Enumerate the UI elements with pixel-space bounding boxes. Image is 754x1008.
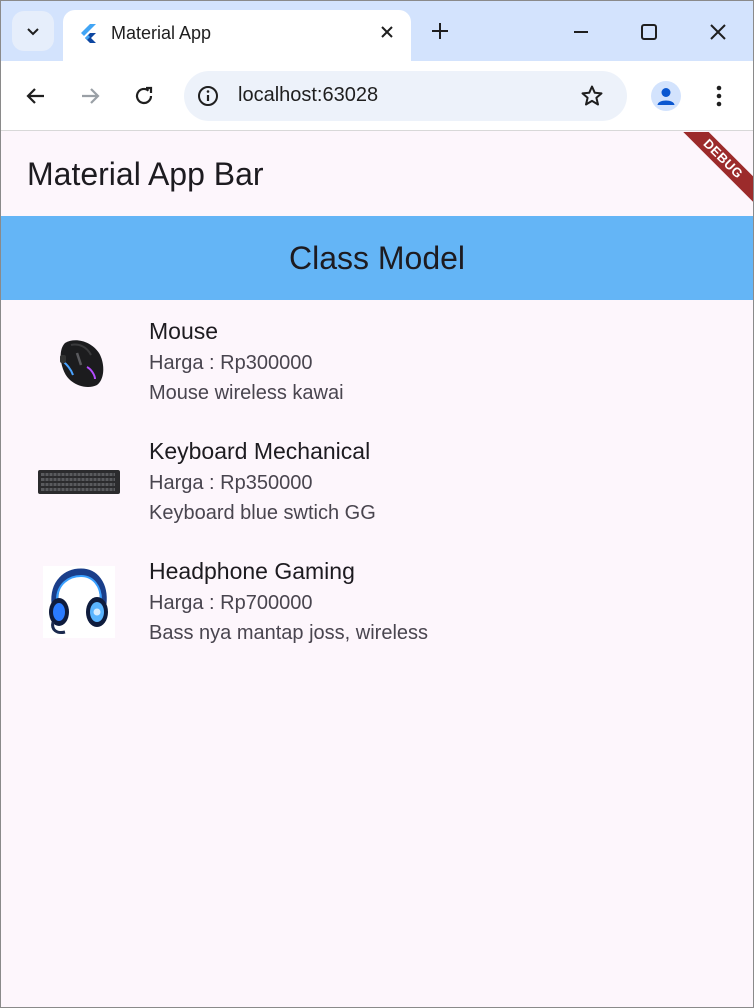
list-item[interactable]: Mouse Harga : Rp300000 Mouse wireless ka… <box>1 300 753 420</box>
bookmark-button[interactable] <box>579 83 605 109</box>
item-name: Keyboard Mechanical <box>149 438 371 464</box>
reload-button[interactable] <box>129 81 159 111</box>
reload-icon <box>135 86 153 105</box>
headphone-image <box>37 560 121 644</box>
site-info-button[interactable] <box>196 84 220 108</box>
item-name: Mouse <box>149 318 219 344</box>
chevron-down-icon <box>27 28 39 36</box>
item-description: Mouse wireless kawai <box>149 382 344 404</box>
maximize-button[interactable] <box>631 15 667 49</box>
item-description: Bass nya mantap joss, wireless <box>149 622 429 644</box>
person-icon <box>657 88 675 105</box>
item-price: Harga : Rp350000 <box>149 472 313 494</box>
star-icon <box>581 85 603 106</box>
maximize-icon <box>641 24 657 40</box>
app-bar: Material App Bar DEBUG <box>1 132 753 216</box>
tab-strip: Material App <box>1 1 753 62</box>
item-price: Harga : Rp300000 <box>149 352 313 374</box>
debug-banner: DEBUG <box>674 132 753 208</box>
class-model-header: Class Model <box>1 216 753 300</box>
new-tab-button[interactable] <box>427 18 453 44</box>
mouse-image <box>37 320 121 404</box>
arrow-left-icon <box>26 88 44 104</box>
keyboard-image <box>37 440 121 524</box>
tab-title: Material App <box>111 23 212 43</box>
arrow-right-icon <box>82 88 100 104</box>
info-icon <box>198 86 218 106</box>
address-bar[interactable]: localhost:63028 <box>184 71 627 121</box>
window-close-button[interactable] <box>700 15 736 49</box>
profile-button[interactable] <box>651 81 681 111</box>
minimize-icon <box>574 31 588 33</box>
item-price: Harga : Rp700000 <box>149 592 313 614</box>
item-description: Keyboard blue swtich GG <box>149 502 376 524</box>
flutter-icon <box>81 24 96 43</box>
app-bar-title: Material App Bar <box>27 156 264 192</box>
close-icon <box>381 26 393 38</box>
item-name: Headphone Gaming <box>149 558 355 584</box>
url-text: localhost:63028 <box>238 84 379 106</box>
list-item[interactable]: Keyboard Mechanical Harga : Rp350000 Key… <box>1 420 753 540</box>
tab-search-button[interactable] <box>12 11 54 51</box>
more-vert-icon <box>716 85 722 107</box>
tab-active[interactable]: Material App <box>63 10 411 62</box>
app-content: Material App Bar DEBUG Class Model Mouse… <box>1 132 753 1007</box>
header-title: Class Model <box>288 239 466 276</box>
close-icon <box>710 24 726 40</box>
list-item[interactable]: Headphone Gaming Harga : Rp700000 Bass n… <box>1 540 753 660</box>
browser-window: Material App localhost:63028 Material Ap… <box>0 0 754 1008</box>
browser-menu-button[interactable] <box>707 81 731 111</box>
back-button[interactable] <box>21 81 51 111</box>
browser-toolbar: localhost:63028 <box>1 61 753 131</box>
forward-button[interactable] <box>75 81 105 111</box>
plus-icon <box>432 23 448 39</box>
minimize-button[interactable] <box>563 15 599 49</box>
tab-close-button[interactable] <box>375 20 399 44</box>
